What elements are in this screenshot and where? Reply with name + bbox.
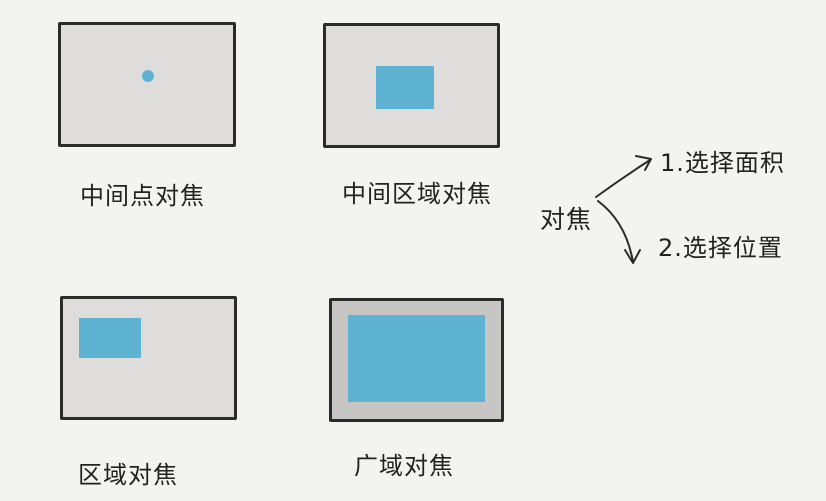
branch-arrows [595, 155, 652, 264]
arrow-up-curve [595, 159, 651, 198]
